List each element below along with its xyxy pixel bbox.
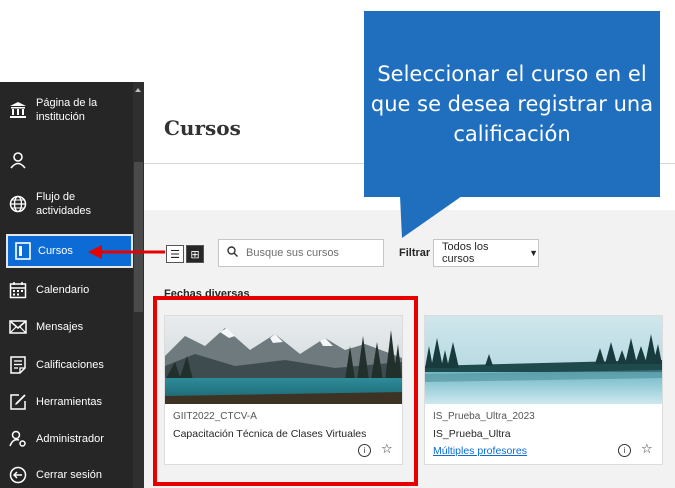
view-toggle: ☰ ⊞ xyxy=(166,245,206,263)
sidebar-item-label: Mensajes xyxy=(36,321,84,333)
profile-icon xyxy=(0,151,36,169)
tools-icon xyxy=(0,393,36,411)
sidebar-item-courses[interactable]: Cursos xyxy=(6,234,133,268)
sidebar-item-label: Calificaciones xyxy=(36,359,104,371)
sidebar-item-profile[interactable] xyxy=(0,146,133,174)
sidebar-item-logout[interactable]: Cerrar sesión xyxy=(0,462,133,488)
sidebar-item-label: Página de la institución xyxy=(36,97,98,123)
calendar-icon xyxy=(0,281,36,299)
course-thumbnail xyxy=(425,316,662,404)
sidebar-item-label: Calendario xyxy=(36,284,90,296)
grades-icon xyxy=(0,356,36,374)
globe-icon xyxy=(0,195,36,213)
sidebar-item-calendar[interactable]: Calendario xyxy=(0,276,133,304)
sidebar-item-messages[interactable]: Mensajes xyxy=(0,313,133,341)
courses-icon xyxy=(8,242,38,260)
search-icon xyxy=(227,246,238,260)
sidebar-scrollbar[interactable] xyxy=(133,82,144,488)
search-placeholder: Busque sus cursos xyxy=(246,247,339,259)
info-icon[interactable]: i xyxy=(618,444,631,457)
sidebar-item-tools[interactable]: Herramientas xyxy=(0,388,133,416)
scroll-up-icon[interactable] xyxy=(135,88,141,92)
sidebar-item-label: Herramientas xyxy=(36,396,103,408)
sidebar-item-label: Administrador xyxy=(36,433,104,445)
sidebar-item-label: Cursos xyxy=(38,245,73,257)
sidebar: Página de la institución Flujo de activi… xyxy=(0,82,144,488)
sidebar-item-label: Cerrar sesión xyxy=(36,469,103,481)
institution-icon xyxy=(0,101,36,119)
filter-select[interactable]: Todos los cursos ▼ xyxy=(433,239,539,267)
sidebar-item-admin[interactable]: Administrador xyxy=(0,424,133,454)
course-highlight-box xyxy=(153,296,418,486)
grid-view-icon[interactable]: ⊞ xyxy=(186,245,204,263)
sidebar-item-label: Flujo de actividades xyxy=(36,191,92,217)
course-id: IS_Prueba_Ultra_2023 xyxy=(433,411,535,422)
instruction-callout: Seleccionar el curso en el que se desea … xyxy=(364,11,660,197)
filter-value: Todos los cursos xyxy=(442,241,489,265)
star-icon[interactable]: ☆ xyxy=(641,441,653,457)
search-input[interactable]: Busque sus cursos xyxy=(218,239,384,267)
envelope-icon xyxy=(0,320,36,334)
professors-link[interactable]: Múltiples profesores xyxy=(433,445,527,457)
sidebar-item-institution[interactable]: Página de la institución xyxy=(0,92,133,128)
callout-text: Seleccionar el curso en el que se desea … xyxy=(370,62,654,146)
scroll-thumb[interactable] xyxy=(134,162,143,312)
sidebar-item-activity[interactable]: Flujo de actividades xyxy=(0,186,133,222)
chevron-down-icon: ▼ xyxy=(529,248,538,258)
filter-label: Filtrar xyxy=(399,247,431,259)
sidebar-item-grades[interactable]: Calificaciones xyxy=(0,351,133,379)
logout-icon xyxy=(0,466,36,484)
course-name[interactable]: IS_Prueba_Ultra xyxy=(433,428,511,440)
admin-icon xyxy=(0,430,36,448)
list-view-icon[interactable]: ☰ xyxy=(166,245,184,263)
page-title: Cursos xyxy=(164,116,241,140)
course-card[interactable]: IS_Prueba_Ultra_2023 IS_Prueba_Ultra Múl… xyxy=(424,315,663,465)
